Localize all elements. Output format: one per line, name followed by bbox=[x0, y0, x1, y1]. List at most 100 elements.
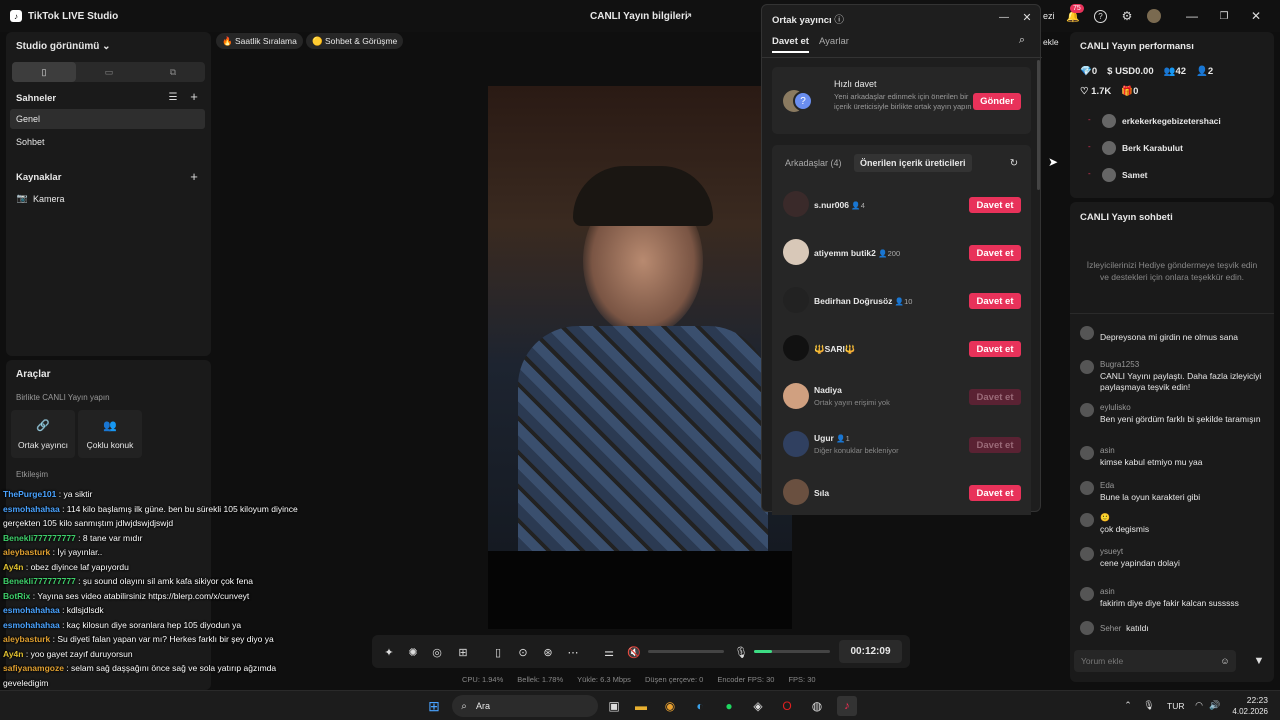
scrollbar[interactable] bbox=[1037, 60, 1040, 190]
popup-minimize-icon[interactable]: — bbox=[998, 11, 1010, 23]
opera-icon[interactable]: O bbox=[779, 698, 795, 714]
invite-button[interactable]: Davet et bbox=[969, 293, 1021, 309]
chevron-up-icon[interactable]: ⌃ bbox=[1122, 699, 1134, 711]
invite-button[interactable]: Davet et bbox=[969, 485, 1021, 501]
wifi-icon[interactable]: ◠ bbox=[1193, 699, 1205, 711]
users-icon: 👥 bbox=[103, 419, 117, 432]
mic-slider[interactable] bbox=[754, 650, 830, 653]
tab-invite[interactable]: Davet et bbox=[772, 36, 809, 53]
profile-avatar[interactable] bbox=[1147, 9, 1161, 23]
source-camera[interactable]: Kamera bbox=[33, 194, 65, 204]
phone-icon[interactable]: ▯ bbox=[491, 645, 505, 659]
share-icon[interactable]: ↗ bbox=[681, 9, 695, 23]
add-media-icon[interactable]: ⊞ bbox=[456, 645, 470, 659]
info-icon[interactable]: ⓘ bbox=[834, 15, 844, 26]
add-scene-icon[interactable]: + bbox=[188, 89, 200, 104]
popup-close-icon[interactable]: ✕ bbox=[1021, 11, 1033, 24]
spotify-icon[interactable]: ● bbox=[721, 698, 737, 714]
scene-item[interactable]: Sohbet bbox=[16, 137, 45, 147]
scene-item[interactable]: Genel bbox=[10, 109, 205, 129]
steam-icon[interactable]: ◈ bbox=[750, 698, 766, 714]
tools-title: Araçlar bbox=[16, 369, 51, 380]
gear-icon[interactable]: ⚙ bbox=[1120, 9, 1134, 23]
effects-icon[interactable]: ✺ bbox=[406, 645, 420, 659]
chat-username: aleybasturk bbox=[3, 547, 51, 557]
viewer-row[interactable]: - erkekerkegebizetershaci bbox=[1088, 114, 1268, 130]
invite-button[interactable]: Davet et bbox=[969, 245, 1021, 261]
chat-text: fakirim diye diye fakir kalcan susssss bbox=[1100, 598, 1239, 608]
search-icon[interactable]: ⌕ bbox=[1016, 34, 1028, 46]
chrome-icon[interactable]: ◉ bbox=[662, 698, 678, 714]
chat-text: obez diyince laf yapıyordu bbox=[30, 561, 129, 572]
minimize-icon[interactable]: — bbox=[1185, 9, 1199, 23]
multi-guest-tool[interactable]: 👥 Çoklu konuk bbox=[78, 410, 142, 458]
viewer-row[interactable]: - Berk Karabulut bbox=[1088, 141, 1268, 157]
collab-subtitle: Birlikte CANLI Yayın yapın bbox=[16, 393, 110, 402]
creator-status: Diğer konuklar bekleniyor bbox=[814, 446, 899, 455]
clock-time[interactable]: 22:23 bbox=[1232, 695, 1268, 705]
portrait-icon[interactable]: ▯ bbox=[12, 62, 76, 82]
enhance-icon[interactable]: ◎ bbox=[430, 645, 444, 659]
tab-settings[interactable]: Ayarlar bbox=[819, 36, 849, 47]
studio-view-dropdown[interactable]: Studio görünümü ⌄ bbox=[16, 41, 111, 52]
tiktok-live-studio-icon[interactable]: ♪ bbox=[837, 696, 857, 716]
record-icon[interactable]: ⊙ bbox=[516, 645, 530, 659]
list-icon[interactable]: ☰ bbox=[167, 91, 179, 103]
creator-row: atiyemm butik2 👤200 Davet et bbox=[772, 239, 1031, 279]
file-explorer-icon[interactable]: ▬ bbox=[633, 698, 649, 714]
settings-sliders-icon[interactable]: ⚌ bbox=[602, 645, 616, 659]
chat-username: esmohahahaa bbox=[3, 619, 60, 630]
discord-icon[interactable]: ◍ bbox=[809, 698, 825, 714]
filter-icon[interactable]: ▼ bbox=[1252, 654, 1266, 668]
live-info-title[interactable]: CANLI Yayın bilgileri bbox=[590, 11, 688, 22]
cohost-tool[interactable]: 🔗 Ortak yayıncı bbox=[11, 410, 75, 458]
creator-name: 🔱SARI🔱 bbox=[814, 344, 856, 354]
language-indicator[interactable]: TUR bbox=[1167, 701, 1184, 711]
help-icon[interactable]: ? bbox=[1094, 10, 1107, 23]
chat-call-chip[interactable]: 🟡 Sohbet & Görüşme bbox=[306, 33, 404, 49]
tab-friends[interactable]: Arkadaşlar (4) bbox=[785, 158, 842, 168]
chat-username: esmohahahaa bbox=[3, 503, 60, 514]
stream-chat-line: Benekli777777777 : 8 tane var mıdır bbox=[3, 532, 143, 543]
more-icon[interactable]: ⋯ bbox=[566, 645, 580, 659]
invite-button[interactable]: Davet et bbox=[969, 197, 1021, 213]
edge-icon[interactable]: ◐ bbox=[692, 698, 708, 714]
mic-level-fill bbox=[754, 650, 773, 653]
emoji-icon[interactable]: ☺ bbox=[1219, 655, 1231, 667]
invite-button[interactable]: Davet et bbox=[969, 389, 1021, 405]
speaker-muted-icon[interactable]: 🔇 bbox=[627, 645, 641, 659]
landscape-icon[interactable]: ▭ bbox=[77, 62, 141, 82]
maximize-icon[interactable]: ❐ bbox=[1217, 9, 1231, 23]
microphone-icon[interactable]: 🎙 bbox=[1143, 699, 1155, 711]
diamond-icon: 💎 bbox=[1080, 66, 1092, 77]
dual-layout-icon[interactable]: ⧉ bbox=[141, 62, 205, 82]
task-view-icon[interactable]: ▣ bbox=[606, 698, 622, 714]
magic-wand-icon[interactable]: ✦ bbox=[382, 645, 396, 659]
add-source-icon[interactable]: + bbox=[188, 169, 200, 184]
creator-name: Ugur 👤1 bbox=[814, 433, 850, 443]
refresh-icon[interactable]: ↻ bbox=[1008, 157, 1020, 169]
hourly-ranking-chip[interactable]: 🔥 Saatlik Sıralama bbox=[216, 33, 303, 49]
clock-date[interactable]: 4.02.2026 bbox=[1222, 707, 1268, 716]
volume-slider[interactable] bbox=[648, 650, 724, 653]
invite-button[interactable]: Davet et bbox=[969, 341, 1021, 357]
camera-switch-icon[interactable]: ⊛ bbox=[541, 645, 555, 659]
windows-start-icon[interactable]: ⊞ bbox=[426, 698, 442, 714]
microphone-icon[interactable]: 🎙 bbox=[734, 645, 748, 659]
chat-username: aleybasturk bbox=[3, 634, 51, 644]
follower-count: 👤10 bbox=[894, 297, 913, 306]
chat-username: Ay4n bbox=[3, 648, 24, 659]
fps-stat: FPS: 30 bbox=[788, 675, 816, 684]
send-button[interactable]: Gönder bbox=[973, 93, 1021, 110]
stream-chat-line: aleybasturk : Su diyeti falan yapan var … bbox=[3, 634, 274, 644]
invite-button[interactable]: Davet et bbox=[969, 437, 1021, 453]
studio-view-label: Studio görünümü bbox=[16, 41, 100, 52]
coin-icon: 🟡 bbox=[312, 36, 323, 46]
volume-icon[interactable]: 🔊 bbox=[1209, 699, 1221, 711]
comment-input[interactable]: Yorum ekle ☺ bbox=[1074, 650, 1236, 672]
tab-suggested[interactable]: Önerilen içerik üreticileri bbox=[854, 154, 972, 172]
close-icon[interactable]: ✕ bbox=[1249, 9, 1263, 23]
taskbar-search[interactable]: ⌕ Ara bbox=[452, 695, 598, 717]
avatar bbox=[783, 335, 809, 361]
viewer-row[interactable]: - Samet bbox=[1088, 168, 1268, 184]
